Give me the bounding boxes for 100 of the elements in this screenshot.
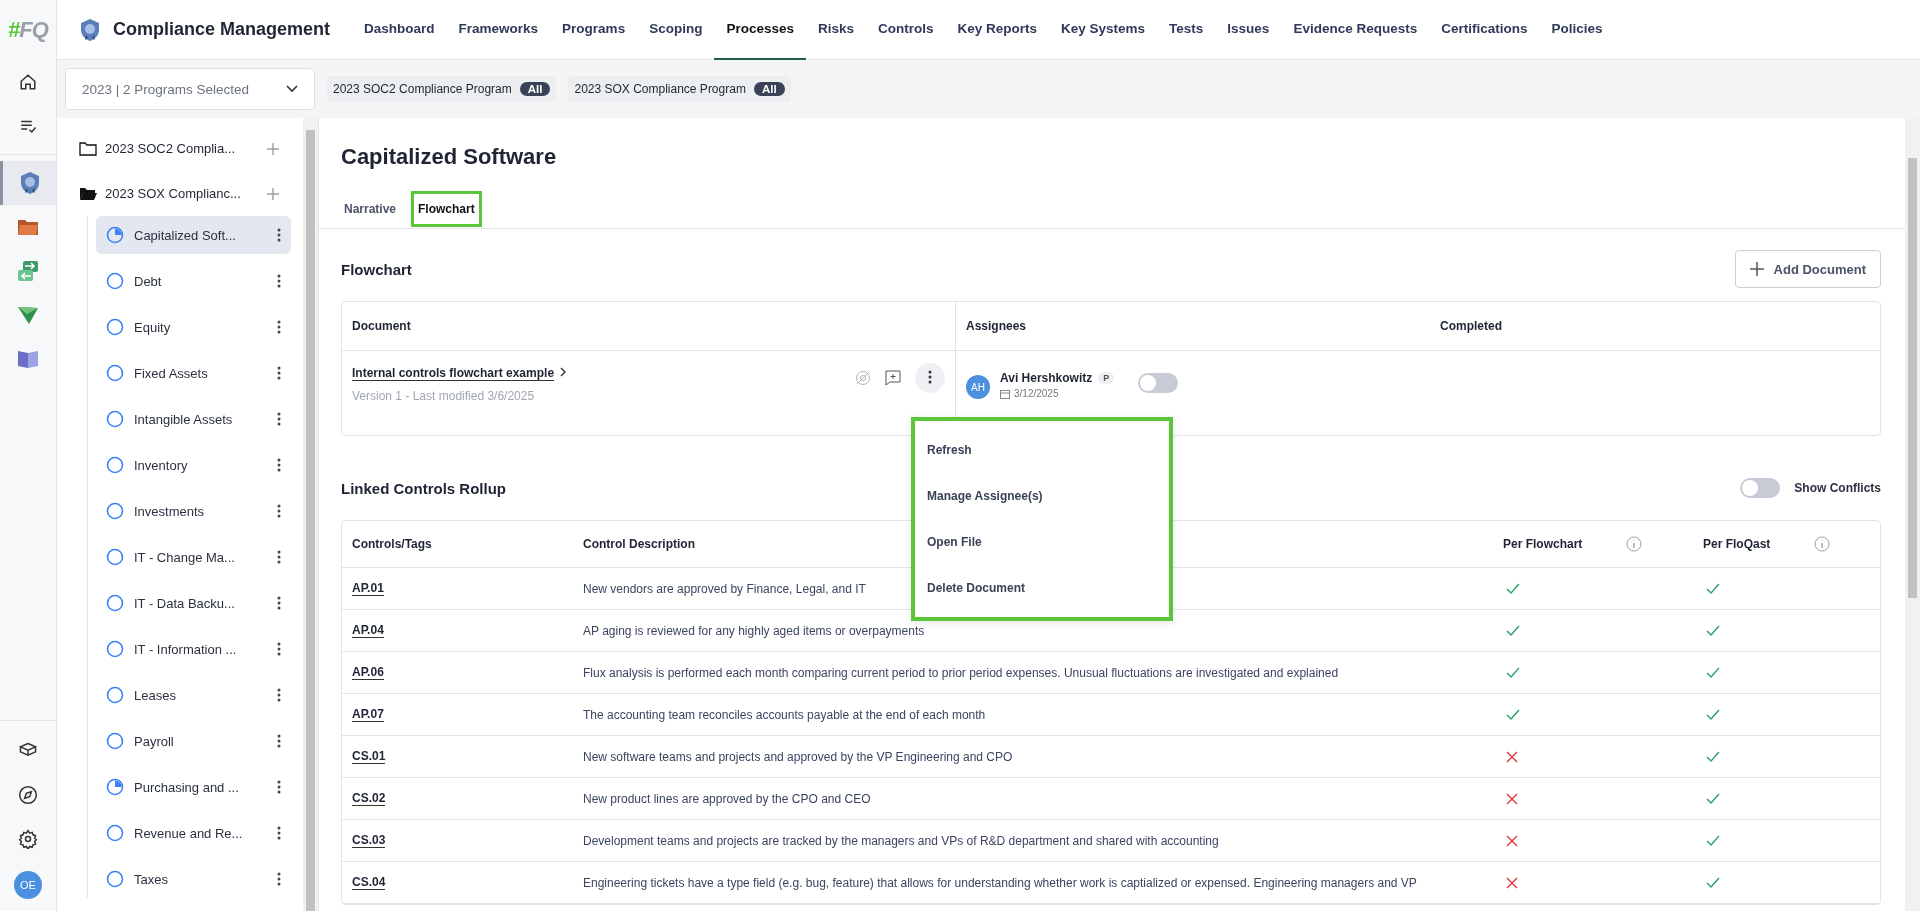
process-item[interactable]: IT - Data Backu...: [96, 584, 291, 622]
program-chip[interactable]: 2023 SOC2 Compliance Program All: [327, 76, 557, 102]
more-icon[interactable]: [277, 228, 281, 242]
more-icon[interactable]: [277, 550, 281, 564]
more-icon[interactable]: [277, 642, 281, 656]
control-description: Engineering tickets have a type field (e.g. bug, feature) that allows for understanding whether work is captialized or expensed. Engineering managers and VP: [583, 875, 1417, 890]
more-icon[interactable]: [277, 596, 281, 610]
completed-toggle[interactable]: [1138, 373, 1179, 393]
sync-arrows-icon: [17, 260, 39, 282]
program-select[interactable]: 2023 | 2 Programs Selected: [65, 68, 315, 110]
nav-tab[interactable]: Scoping: [637, 0, 715, 60]
add-document-button[interactable]: Add Document: [1734, 250, 1881, 288]
control-description: The accounting team reconciles accounts payable at the end of each month: [583, 707, 986, 722]
menu-item[interactable]: Manage Assignee(s): [915, 473, 1169, 519]
nav-tab[interactable]: Issues: [1215, 0, 1282, 60]
process-item[interactable]: IT - Information ...: [96, 630, 291, 668]
more-icon[interactable]: [277, 274, 281, 288]
control-description: Flux analysis is performed each month comparing current period to prior period expenses. Unusual fluctuations are investigated and explained: [583, 665, 1339, 680]
menu-item[interactable]: Delete Document: [915, 565, 1169, 611]
nav-tab[interactable]: Dashboard: [352, 0, 447, 60]
more-icon[interactable]: [277, 412, 281, 426]
control-link[interactable]: AP.04: [352, 623, 384, 638]
control-description: New vendors are approved by Finance, Legal, and IT: [583, 581, 866, 596]
document-link[interactable]: Internal controls flowchart example: [352, 366, 555, 381]
process-label: IT - Data Backu...: [134, 595, 236, 611]
control-link[interactable]: AP.07: [352, 707, 384, 722]
due-date: 3/12/2025: [1014, 388, 1059, 399]
scrollbar[interactable]: [303, 118, 318, 911]
process-item[interactable]: Capitalized Soft...: [96, 216, 291, 254]
control-link[interactable]: CS.04: [352, 875, 386, 890]
control-link[interactable]: AP.06: [352, 665, 384, 680]
column-header: Control Description: [582, 537, 695, 551]
tab[interactable]: Narrative: [337, 191, 404, 227]
nav-tab[interactable]: Policies: [1539, 0, 1615, 60]
process-item[interactable]: Revenue and Re...: [96, 814, 291, 852]
nav-tab[interactable]: Processes: [714, 0, 806, 60]
scrollbar[interactable]: [1905, 118, 1920, 911]
process-item[interactable]: Payroll: [96, 722, 291, 760]
process-item[interactable]: Purchasing and ...: [96, 768, 291, 806]
app-logo: #FQ: [8, 16, 48, 44]
column-header: Document: [342, 302, 956, 350]
toggle-label: Show Conflicts: [1794, 481, 1881, 495]
all-badge: All: [519, 82, 551, 96]
process-label: Investments: [134, 503, 206, 519]
process-item[interactable]: Fixed Assets: [96, 354, 291, 392]
process-label: Leases: [134, 687, 177, 703]
nav-tab[interactable]: Frameworks: [446, 0, 551, 60]
nav-tab[interactable]: Tests: [1157, 0, 1216, 60]
process-label: Debt: [134, 273, 163, 289]
process-item[interactable]: Inventory: [96, 446, 291, 484]
folder-open-icon: [79, 186, 97, 201]
control-link[interactable]: CS.01: [352, 749, 386, 764]
folder-label: 2023 SOC2 Complia...: [105, 141, 237, 156]
nav-tab[interactable]: Certifications: [1429, 0, 1540, 60]
more-icon[interactable]: [277, 734, 281, 748]
chip-label: 2023 SOC2 Compliance Program: [333, 82, 512, 96]
show-conflicts-toggle[interactable]: [1740, 478, 1781, 498]
nav-tab[interactable]: Controls: [866, 0, 946, 60]
control-link[interactable]: AP.01: [352, 581, 384, 596]
chevron-right-icon: [560, 367, 567, 377]
assignee-name: Avi Hershkowitz: [1000, 371, 1093, 385]
nav-tab[interactable]: Key Systems: [1049, 0, 1158, 60]
column-header: Per FloQast: [1703, 537, 1771, 551]
more-icon[interactable]: [277, 458, 281, 472]
folder-item[interactable]: 2023 SOC2 Complia...: [69, 126, 291, 171]
process-item[interactable]: IT - Change Ma...: [96, 538, 291, 576]
process-label: Fixed Assets: [134, 365, 209, 381]
process-label: Revenue and Re...: [134, 825, 244, 841]
process-item[interactable]: Equity: [96, 308, 291, 346]
nav-tab[interactable]: Risks: [805, 0, 866, 60]
process-item[interactable]: Investments: [96, 492, 291, 530]
tab[interactable]: Flowchart: [411, 191, 482, 227]
menu-item[interactable]: Refresh: [915, 427, 1169, 473]
folder-item[interactable]: 2023 SOX Complianc...: [69, 171, 291, 216]
comment-plus-icon[interactable]: [885, 370, 901, 386]
nav-tab[interactable]: Evidence Requests: [1281, 0, 1430, 60]
column-header: Per Flowchart: [1503, 537, 1583, 551]
compass-icon: [18, 785, 38, 805]
program-chip[interactable]: 2023 SOX Compliance Program All: [568, 76, 791, 102]
process-item[interactable]: Taxes: [96, 860, 291, 898]
more-icon[interactable]: [277, 780, 281, 794]
more-icon[interactable]: [277, 688, 281, 702]
home-icon: [19, 73, 37, 91]
more-icon[interactable]: [277, 826, 281, 840]
process-item[interactable]: Intangible Assets: [96, 400, 291, 438]
info-icon: [1814, 536, 1831, 552]
more-icon[interactable]: [277, 366, 281, 380]
process-item[interactable]: Leases: [96, 676, 291, 714]
nav-tab[interactable]: Key Reports: [945, 0, 1049, 60]
process-label: Equity: [134, 319, 172, 335]
more-icon[interactable]: [277, 504, 281, 518]
more-icon[interactable]: [277, 320, 281, 334]
control-link[interactable]: CS.02: [352, 791, 386, 806]
nav-tab[interactable]: Programs: [550, 0, 638, 60]
process-item[interactable]: Debt: [96, 262, 291, 300]
settings-icon: [18, 829, 38, 849]
more-icon[interactable]: [277, 872, 281, 886]
folder-icon: [17, 217, 39, 237]
control-link[interactable]: CS.03: [352, 833, 386, 848]
menu-item[interactable]: Open File: [915, 519, 1169, 565]
